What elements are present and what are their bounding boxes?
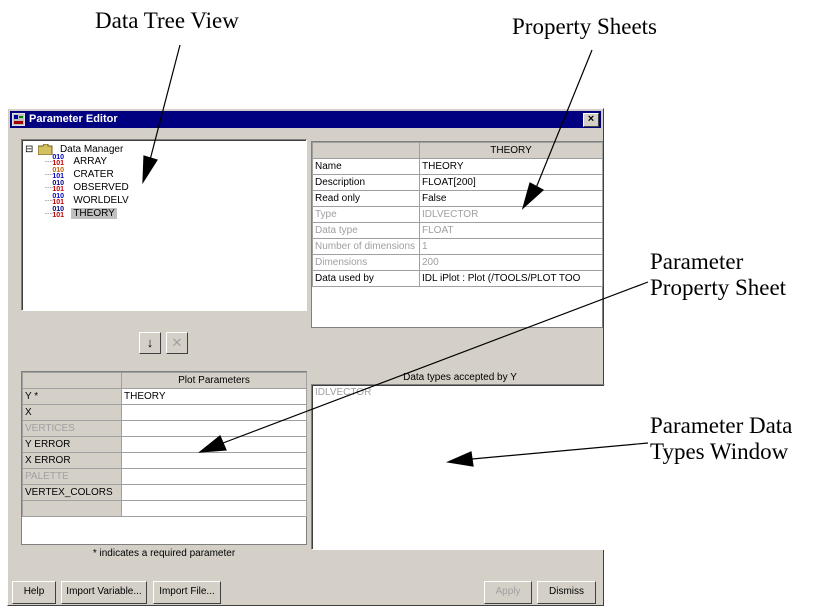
data-tree-arrowhead <box>142 155 158 185</box>
data-types-pointer-line <box>471 442 649 460</box>
data-types-arrowhead <box>445 451 474 467</box>
param-property-arrowhead <box>198 435 227 453</box>
property-sheets-pointer-line <box>535 49 593 189</box>
property-sheets-arrowhead <box>521 182 545 210</box>
param-property-pointer-line <box>222 281 649 444</box>
annotation-arrows <box>142 44 649 467</box>
data-tree-pointer-line <box>149 44 181 161</box>
